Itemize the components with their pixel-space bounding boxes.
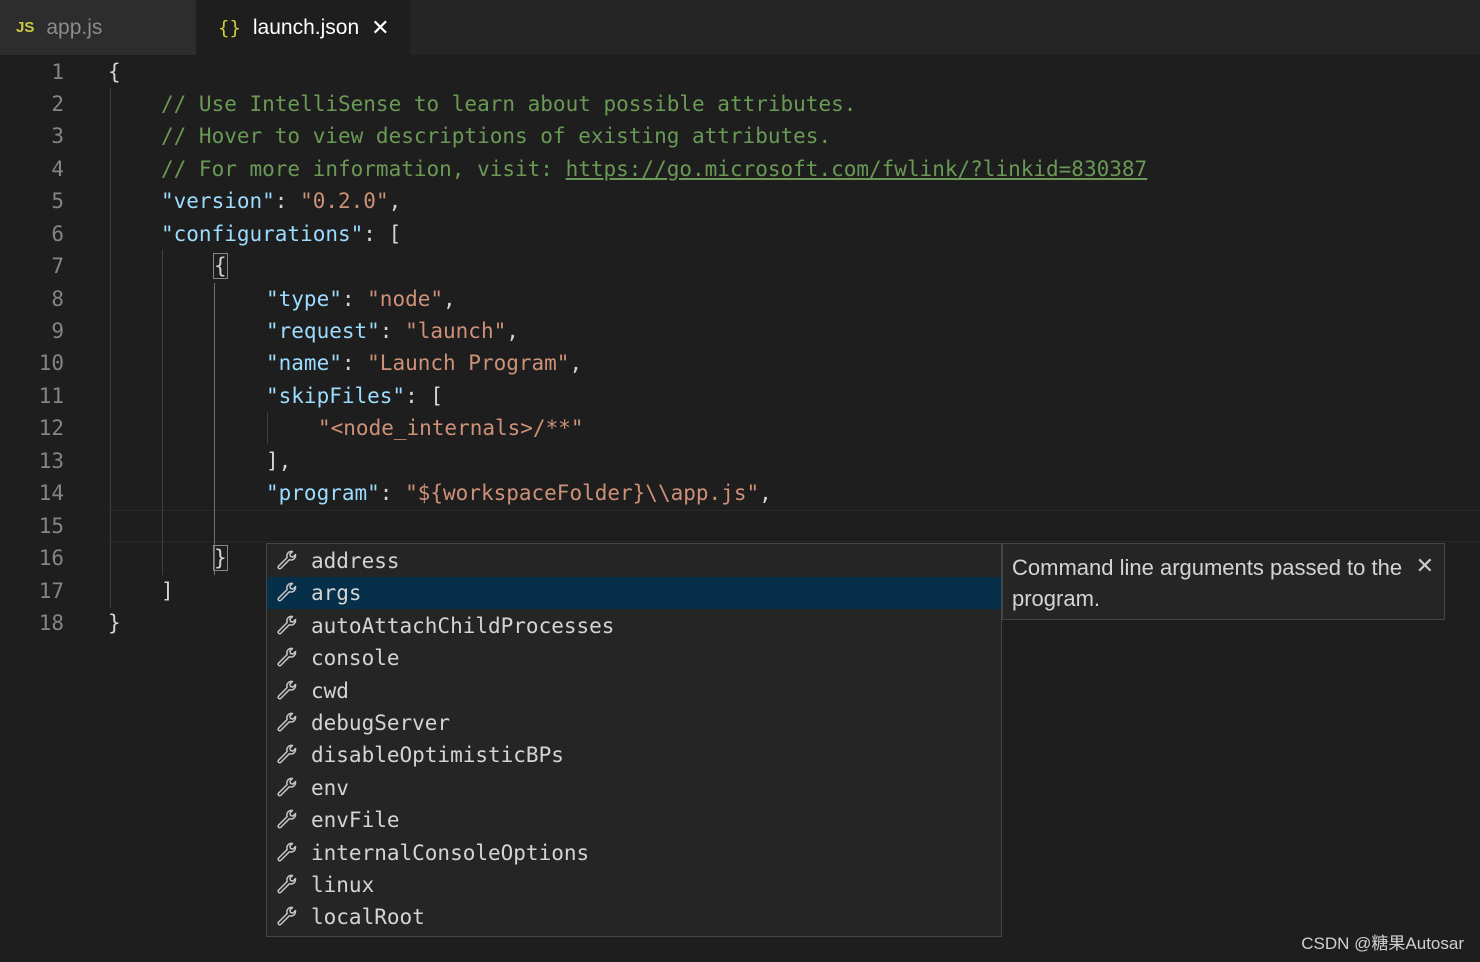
line-number: 10: [38, 351, 64, 375]
line-number: 12: [38, 416, 64, 440]
line-number: 4: [51, 157, 64, 181]
suggestion-item[interactable]: linux: [267, 869, 1001, 901]
code-line: {: [213, 250, 228, 282]
wrench-icon: [273, 774, 301, 802]
code-line: "request": "launch",: [266, 319, 519, 343]
wrench-icon: [273, 709, 301, 737]
line-number: 16: [38, 546, 64, 570]
line-number: 9: [51, 319, 64, 343]
line-number: 13: [38, 449, 64, 473]
code-line: }: [108, 611, 121, 635]
matched-bracket: }: [213, 545, 228, 571]
suggestion-label: linux: [311, 873, 375, 897]
suggestion-label: disableOptimisticBPs: [311, 743, 564, 768]
indent-guide: [110, 88, 111, 608]
indent-guide: [162, 250, 163, 575]
current-line-highlight: [108, 510, 1480, 542]
line-number: 11: [38, 384, 64, 408]
indent-guide: [214, 283, 215, 575]
suggestion-label: internalConsoleOptions: [311, 840, 590, 865]
code-line: {: [108, 60, 121, 84]
code-line: ]: [161, 579, 174, 603]
line-number: 14: [38, 481, 64, 505]
code-line: // For more information, visit: https://…: [161, 157, 1148, 181]
suggestion-item[interactable]: debugServer: [267, 707, 1001, 739]
tab-launch-json[interactable]: {} launch.json ✕: [196, 0, 410, 55]
suggestion-item[interactable]: console: [267, 642, 1001, 674]
code-line: "type": "node",: [266, 287, 456, 311]
wrench-icon: [273, 741, 301, 769]
watermark: CSDN @糖果Autosar: [1301, 934, 1464, 953]
code-line: "version": "0.2.0",: [161, 189, 402, 213]
suggestion-label: args: [311, 581, 362, 606]
line-number: 18: [38, 611, 64, 635]
wrench-icon: [273, 579, 301, 607]
line-number: 15: [38, 514, 64, 538]
wrench-icon: [273, 871, 301, 899]
indent-guide: [267, 412, 268, 444]
suggestion-item[interactable]: args: [267, 577, 1001, 610]
line-number: 7: [51, 254, 64, 278]
suggestion-label: console: [311, 646, 400, 671]
suggestion-item[interactable]: internalConsoleOptions: [267, 837, 1001, 869]
code-line: "program": "${workspaceFolder}\\app.js",: [266, 481, 772, 505]
suggestion-label: env: [311, 775, 349, 800]
suggestion-item[interactable]: address: [267, 545, 1001, 577]
javascript-file-icon: JS: [16, 19, 35, 36]
wrench-icon: [273, 806, 301, 834]
code-line: "configurations": [: [161, 222, 402, 246]
wrench-icon: [273, 903, 301, 931]
wrench-icon: [273, 644, 301, 672]
tab-app-js[interactable]: JS app.js: [0, 0, 196, 55]
suggestion-label: envFile: [311, 808, 400, 833]
wrench-icon: [273, 547, 301, 575]
line-number: 2: [51, 92, 64, 116]
close-icon[interactable]: ✕: [371, 15, 389, 41]
suggestion-item[interactable]: disableOptimisticBPs: [267, 739, 1001, 771]
suggestion-label: autoAttachChildProcesses: [311, 613, 615, 638]
suggestion-label: address: [311, 549, 400, 573]
suggestion-label: cwd: [311, 678, 349, 703]
code-line: }: [213, 542, 228, 574]
line-number: 1: [51, 60, 64, 84]
code-line: // Hover to view descriptions of existin…: [161, 124, 832, 148]
suggestion-label: localRoot: [311, 905, 425, 930]
suggestion-label: debugServer: [311, 711, 451, 735]
wrench-icon: [273, 839, 301, 867]
close-icon[interactable]: ✕: [1416, 550, 1434, 581]
suggestion-details: Command line arguments passed to the pro…: [1002, 543, 1445, 620]
suggestion-item[interactable]: autoAttachChildProcesses: [267, 610, 1001, 642]
code-line: ],: [266, 449, 292, 473]
fwlink-url[interactable]: https://go.microsoft.com/fwlink/?linkid=…: [566, 157, 1148, 181]
suggestion-item[interactable]: envFile: [267, 804, 1001, 836]
suggestion-item[interactable]: cwd: [267, 675, 1001, 707]
tab-label: launch.json: [252, 15, 360, 39]
line-number: 17: [38, 579, 64, 603]
code-line: // Use IntelliSense to learn about possi…: [161, 92, 857, 116]
code-line: "name": "Launch Program",: [266, 351, 583, 375]
details-text: Command line arguments passed to the pro…: [1012, 555, 1403, 611]
wrench-icon: [273, 612, 301, 640]
line-number: 3: [51, 124, 64, 148]
suggestion-item[interactable]: localRoot: [267, 901, 1001, 933]
tab-label: app.js: [46, 15, 103, 39]
line-number: 6: [51, 222, 64, 246]
json-file-icon: {}: [218, 16, 241, 39]
tab-bar: JS app.js {} launch.json ✕: [0, 0, 1480, 55]
line-number: 8: [51, 287, 64, 311]
line-number: 5: [51, 189, 64, 213]
code-line: "skipFiles": [: [266, 384, 444, 408]
suggestion-item[interactable]: env: [267, 772, 1001, 804]
wrench-icon: [273, 677, 301, 705]
code-line: "<node_internals>/**": [318, 416, 584, 440]
suggestion-list[interactable]: address args autoAttachChildProcesses conso…: [266, 543, 1002, 937]
matched-bracket: {: [213, 253, 228, 279]
